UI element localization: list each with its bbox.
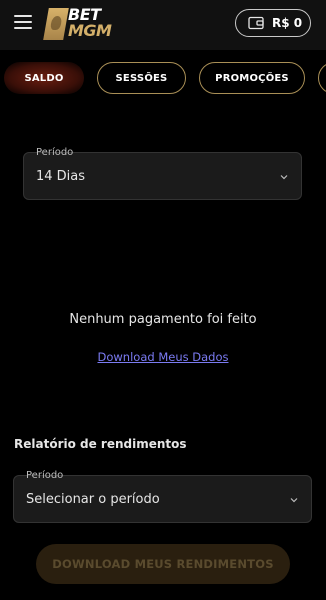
balance-amount: R$ 0 [272,16,303,30]
earnings-period-label: Período [26,470,64,481]
earnings-period-placeholder: Selecionar o período [26,492,160,507]
account-tabs: SALDO SESSÕES PROMOÇÕES [0,60,326,96]
chevron-down-icon [290,498,298,503]
period-select[interactable]: Período 14 Dias [23,147,302,200]
period-select-value: 14 Dias [36,169,86,184]
empty-payments-message: Nenhum pagamento foi feito [69,312,257,327]
tab-promocoes-label: PROMOÇÕES [215,72,289,84]
download-my-data-link[interactable]: Download Meus Dados [0,350,326,364]
hamburger-menu-icon[interactable] [14,15,32,29]
download-earnings-label: DOWNLOAD MEUS RENDIMENTOS [52,557,274,571]
tab-sessoes[interactable]: SESSÕES [97,62,186,94]
wallet-icon [248,16,264,30]
betmgm-logo[interactable]: BET MGM [43,7,116,41]
app-header: BET MGM R$ 0 [0,0,326,50]
logo-text-mgm: MGM [68,21,112,40]
tab-more[interactable] [318,62,326,94]
tab-saldo[interactable]: SALDO [4,62,84,94]
earnings-report-title: Relatório de rendimentos [14,437,187,451]
chevron-down-icon [280,175,288,180]
lion-emblem-icon [43,8,69,40]
period-select-label: Período [36,147,74,158]
download-earnings-button[interactable]: DOWNLOAD MEUS RENDIMENTOS [36,544,290,584]
balance-button[interactable]: R$ 0 [235,9,311,37]
tab-sessoes-label: SESSÕES [115,72,168,84]
tab-promocoes[interactable]: PROMOÇÕES [199,62,305,94]
tab-saldo-label: SALDO [24,72,64,84]
earnings-period-select[interactable]: Período Selecionar o período [13,470,312,523]
page: BET MGM R$ 0 SALDO SESSÕES PROMOÇÕES Per… [0,0,326,600]
